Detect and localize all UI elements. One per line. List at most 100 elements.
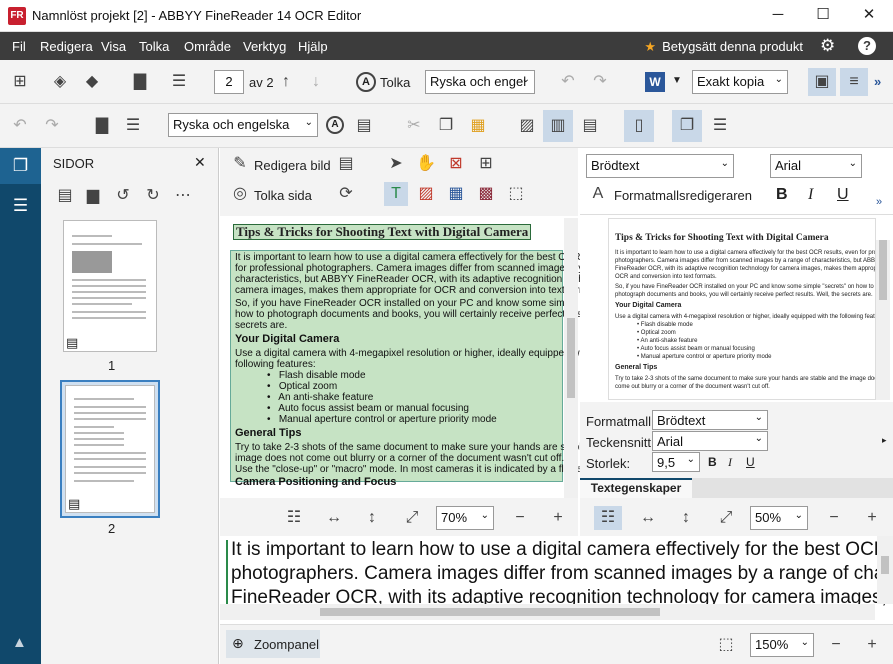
menu-help[interactable]: Hjälp [298, 39, 328, 54]
help-icon[interactable]: ? [858, 37, 876, 55]
italic-button[interactable]: I [808, 186, 813, 204]
close-button[interactable]: ✕ [846, 0, 892, 32]
pages-icon[interactable]: ❐ [672, 110, 702, 142]
closeup-hscrollbar[interactable] [220, 604, 875, 620]
language-select-2[interactable]: Ryska och engelska ⌄ [168, 113, 318, 137]
recognize-button[interactable]: Tolka [380, 75, 410, 90]
prop-style-select[interactable]: Brödtext ⌄ [652, 410, 768, 430]
table-area-icon[interactable]: ▦ [444, 182, 468, 206]
image-view-icon[interactable]: ▣ [808, 68, 836, 96]
prop-underline-button[interactable]: U [746, 455, 755, 469]
fit-height-icon[interactable]: ↕ [674, 506, 698, 530]
add-area-icon[interactable]: ⊞ [474, 152, 498, 176]
text-page[interactable]: Tips & Tricks for Shooting Text with Dig… [608, 218, 876, 400]
more-icon[interactable]: ⋯ [171, 184, 195, 208]
zoom-in-icon[interactable]: + [860, 506, 884, 530]
prop-size-select[interactable]: 9,5 ⌄ [652, 452, 700, 472]
menu-recognize[interactable]: Tolka [139, 39, 169, 54]
select-region-icon[interactable]: ⬚ [714, 633, 738, 657]
list-view-icon[interactable]: ☰ [0, 190, 41, 222]
menu-area[interactable]: Område [184, 39, 231, 54]
prop-italic-button[interactable]: I [728, 455, 732, 470]
prev-page-icon[interactable]: ↑ [274, 70, 298, 94]
save-icon[interactable]: ▤ [53, 184, 77, 208]
font-select[interactable]: Arial ⌄ [770, 154, 862, 178]
save-page-icon[interactable]: ▤ [334, 152, 358, 176]
layers-icon[interactable]: ◆ [80, 70, 104, 94]
scan-icon[interactable]: ☰ [121, 114, 145, 138]
new-task-icon[interactable]: ⊞ [8, 70, 32, 94]
cut-icon[interactable]: ✂ [402, 114, 426, 138]
open-folder-icon[interactable]: ▇ [128, 70, 152, 94]
tab-text-properties[interactable]: Textegenskaper [580, 478, 692, 498]
fit-page-icon[interactable]: ☷ [282, 506, 306, 530]
rotate-left-icon[interactable]: ↺ [111, 184, 135, 208]
page-thumbnail-1[interactable]: ▤ [63, 220, 157, 352]
gear-icon[interactable]: ⚙ [820, 36, 835, 56]
list-icon[interactable]: ☰ [708, 114, 732, 138]
hand-icon[interactable]: ✋ [414, 152, 438, 176]
fit-width-icon[interactable]: ↔ [636, 506, 660, 530]
scrollbar-thumb[interactable] [567, 318, 575, 398]
panel-icon[interactable]: ▯ [624, 110, 654, 142]
redo-icon[interactable]: ↷ [40, 114, 64, 138]
format-select[interactable]: Exakt kopia ⌄ [692, 70, 788, 94]
edit-image-button[interactable]: Redigera bild [254, 158, 331, 173]
delete-area-icon[interactable]: ⊠ [444, 152, 468, 176]
rotate-right-icon[interactable]: ↻ [141, 184, 165, 208]
menu-file[interactable]: Fil [12, 39, 26, 54]
menu-view[interactable]: Visa [101, 39, 126, 54]
word-icon[interactable]: W [645, 72, 665, 92]
add-pages-icon[interactable]: ◈ [48, 70, 72, 94]
recognize-page-button[interactable]: Tolka sida [254, 188, 312, 203]
zoom-out-icon[interactable]: − [824, 633, 848, 657]
zoom-in-icon[interactable]: + [546, 506, 570, 530]
pointer-icon[interactable]: ➤ [384, 152, 408, 176]
text-area-icon[interactable]: T [384, 182, 408, 206]
fit-page-icon[interactable]: ☷ [594, 506, 622, 530]
pages-view-icon[interactable]: ❐ [0, 148, 41, 184]
warning-icon[interactable]: ▲ [12, 634, 27, 651]
fullscreen-icon[interactable]: ⤢ [400, 506, 424, 530]
background-area-icon[interactable]: ▩ [474, 182, 498, 206]
text-view-icon[interactable]: ≡ [840, 68, 868, 96]
layout-icon[interactable]: ▥ [543, 110, 573, 142]
style-select[interactable]: Brödtext ⌄ [586, 154, 734, 178]
text-zoom-select[interactable]: 50% ⌄ [750, 506, 808, 530]
fullscreen-icon[interactable]: ⤢ [714, 506, 738, 530]
language-select[interactable]: Ryska och engel ⌄ [425, 70, 535, 94]
zoom-panel-button[interactable]: ⊕ Zoompanel [226, 630, 320, 658]
page-thumbnail-2-selected[interactable]: ▤ [60, 380, 160, 518]
picture-icon[interactable]: ▨ [515, 114, 539, 138]
closeup-vscrollbar[interactable] [877, 536, 893, 604]
more-icon[interactable]: » [876, 196, 882, 208]
maximize-button[interactable]: ☐ [800, 0, 846, 32]
bold-button[interactable]: B [776, 186, 788, 204]
picture-area-icon[interactable]: ▨ [414, 182, 438, 206]
paste-icon[interactable]: ▦ [466, 114, 490, 138]
rate-product-link[interactable]: ★ Betygsätt denna produkt [644, 39, 803, 55]
undo-icon[interactable]: ↶ [8, 114, 32, 138]
minimize-button[interactable]: ─ [755, 0, 801, 32]
scan-icon[interactable]: ☰ [167, 70, 191, 94]
next-page-icon[interactable]: ↓ [304, 70, 328, 94]
image-scrollbar[interactable] [564, 218, 578, 498]
text-area-selected[interactable]: It is important to learn how to use a di… [230, 250, 642, 488]
delete-icon[interactable]: ▆ [81, 184, 105, 208]
zoom-out-icon[interactable]: − [822, 506, 846, 530]
fit-height-icon[interactable]: ↕ [360, 506, 384, 530]
prop-bold-button[interactable]: B [708, 455, 717, 469]
refresh-page-icon[interactable]: ⟳ [334, 182, 358, 206]
save-icon[interactable]: ▤ [352, 114, 376, 138]
image-zoom-select[interactable]: 70% ⌄ [436, 506, 494, 530]
undo-icon[interactable]: ↶ [556, 70, 580, 94]
menu-edit[interactable]: Redigera [40, 39, 93, 54]
zoom-in-icon[interactable]: + [860, 633, 884, 657]
recognize-icon[interactable]: A [326, 116, 344, 134]
page-number-input[interactable]: 2 [214, 70, 244, 94]
expand-icon[interactable]: ▸ [882, 435, 887, 446]
open-folder-icon[interactable]: ▇ [90, 114, 114, 138]
closeup-panel[interactable]: It is important to learn how to use a di… [220, 536, 893, 624]
style-editor-button[interactable]: Formatmallsredigeraren [614, 188, 752, 203]
fit-width-icon[interactable]: ↔ [322, 506, 346, 530]
